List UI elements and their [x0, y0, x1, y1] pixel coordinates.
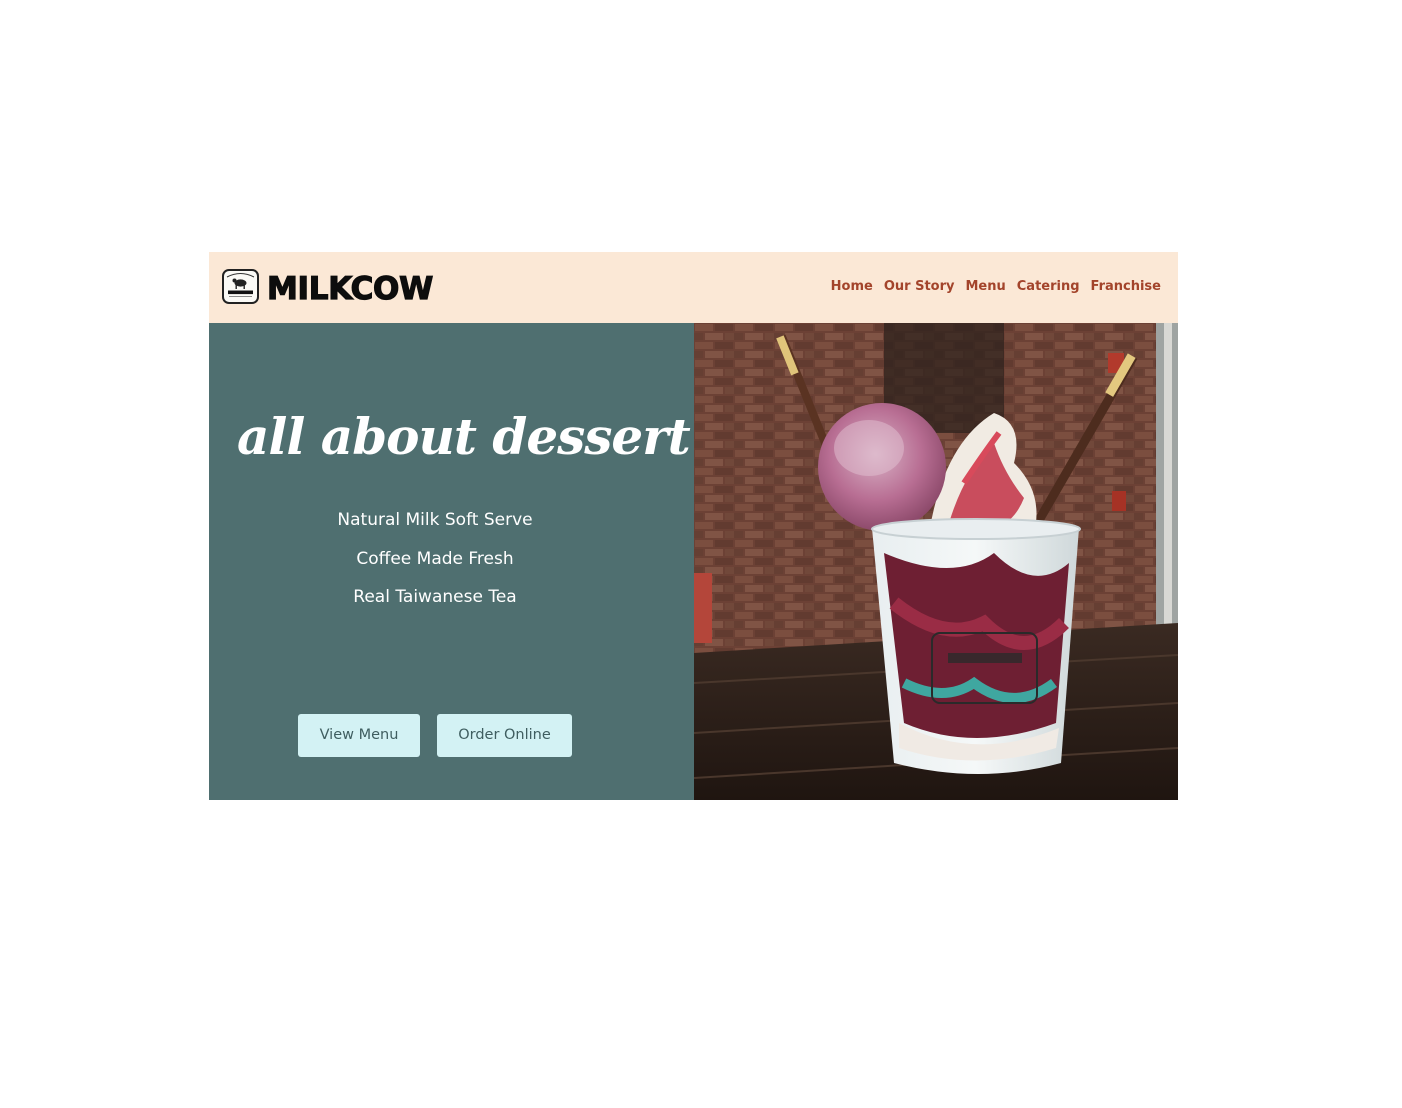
main-nav: Home Our Story Menu Catering Franchise: [831, 278, 1161, 296]
feature-list: Natural Milk Soft Serve Coffee Made Fres…: [209, 509, 661, 625]
view-menu-button[interactable]: View Menu: [298, 714, 420, 757]
nav-our-story[interactable]: Our Story: [884, 278, 955, 296]
site-header: MILKCOW Home Our Story Menu Catering Fra…: [209, 252, 1178, 323]
website-frame: MILKCOW Home Our Story Menu Catering Fra…: [209, 252, 1178, 800]
nav-franchise[interactable]: Franchise: [1091, 278, 1161, 296]
order-online-button[interactable]: Order Online: [437, 714, 572, 757]
nav-menu[interactable]: Menu: [965, 278, 1005, 296]
feature-soft-serve: Natural Milk Soft Serve: [337, 510, 533, 530]
nav-catering[interactable]: Catering: [1017, 278, 1080, 296]
soft-serve-sundae-photo: [694, 323, 1178, 800]
hero-tagline: all about dessert: [237, 407, 691, 466]
feature-coffee: Coffee Made Fresh: [356, 548, 514, 569]
cow-logo-icon[interactable]: [222, 269, 259, 304]
nav-home[interactable]: Home: [831, 278, 873, 296]
feature-tea: Real Taiwanese Tea: [353, 587, 517, 607]
hero-panel: all about dessert Natural Milk Soft Serv…: [209, 323, 694, 800]
brand-logotype[interactable]: MILKCOW: [266, 270, 433, 307]
